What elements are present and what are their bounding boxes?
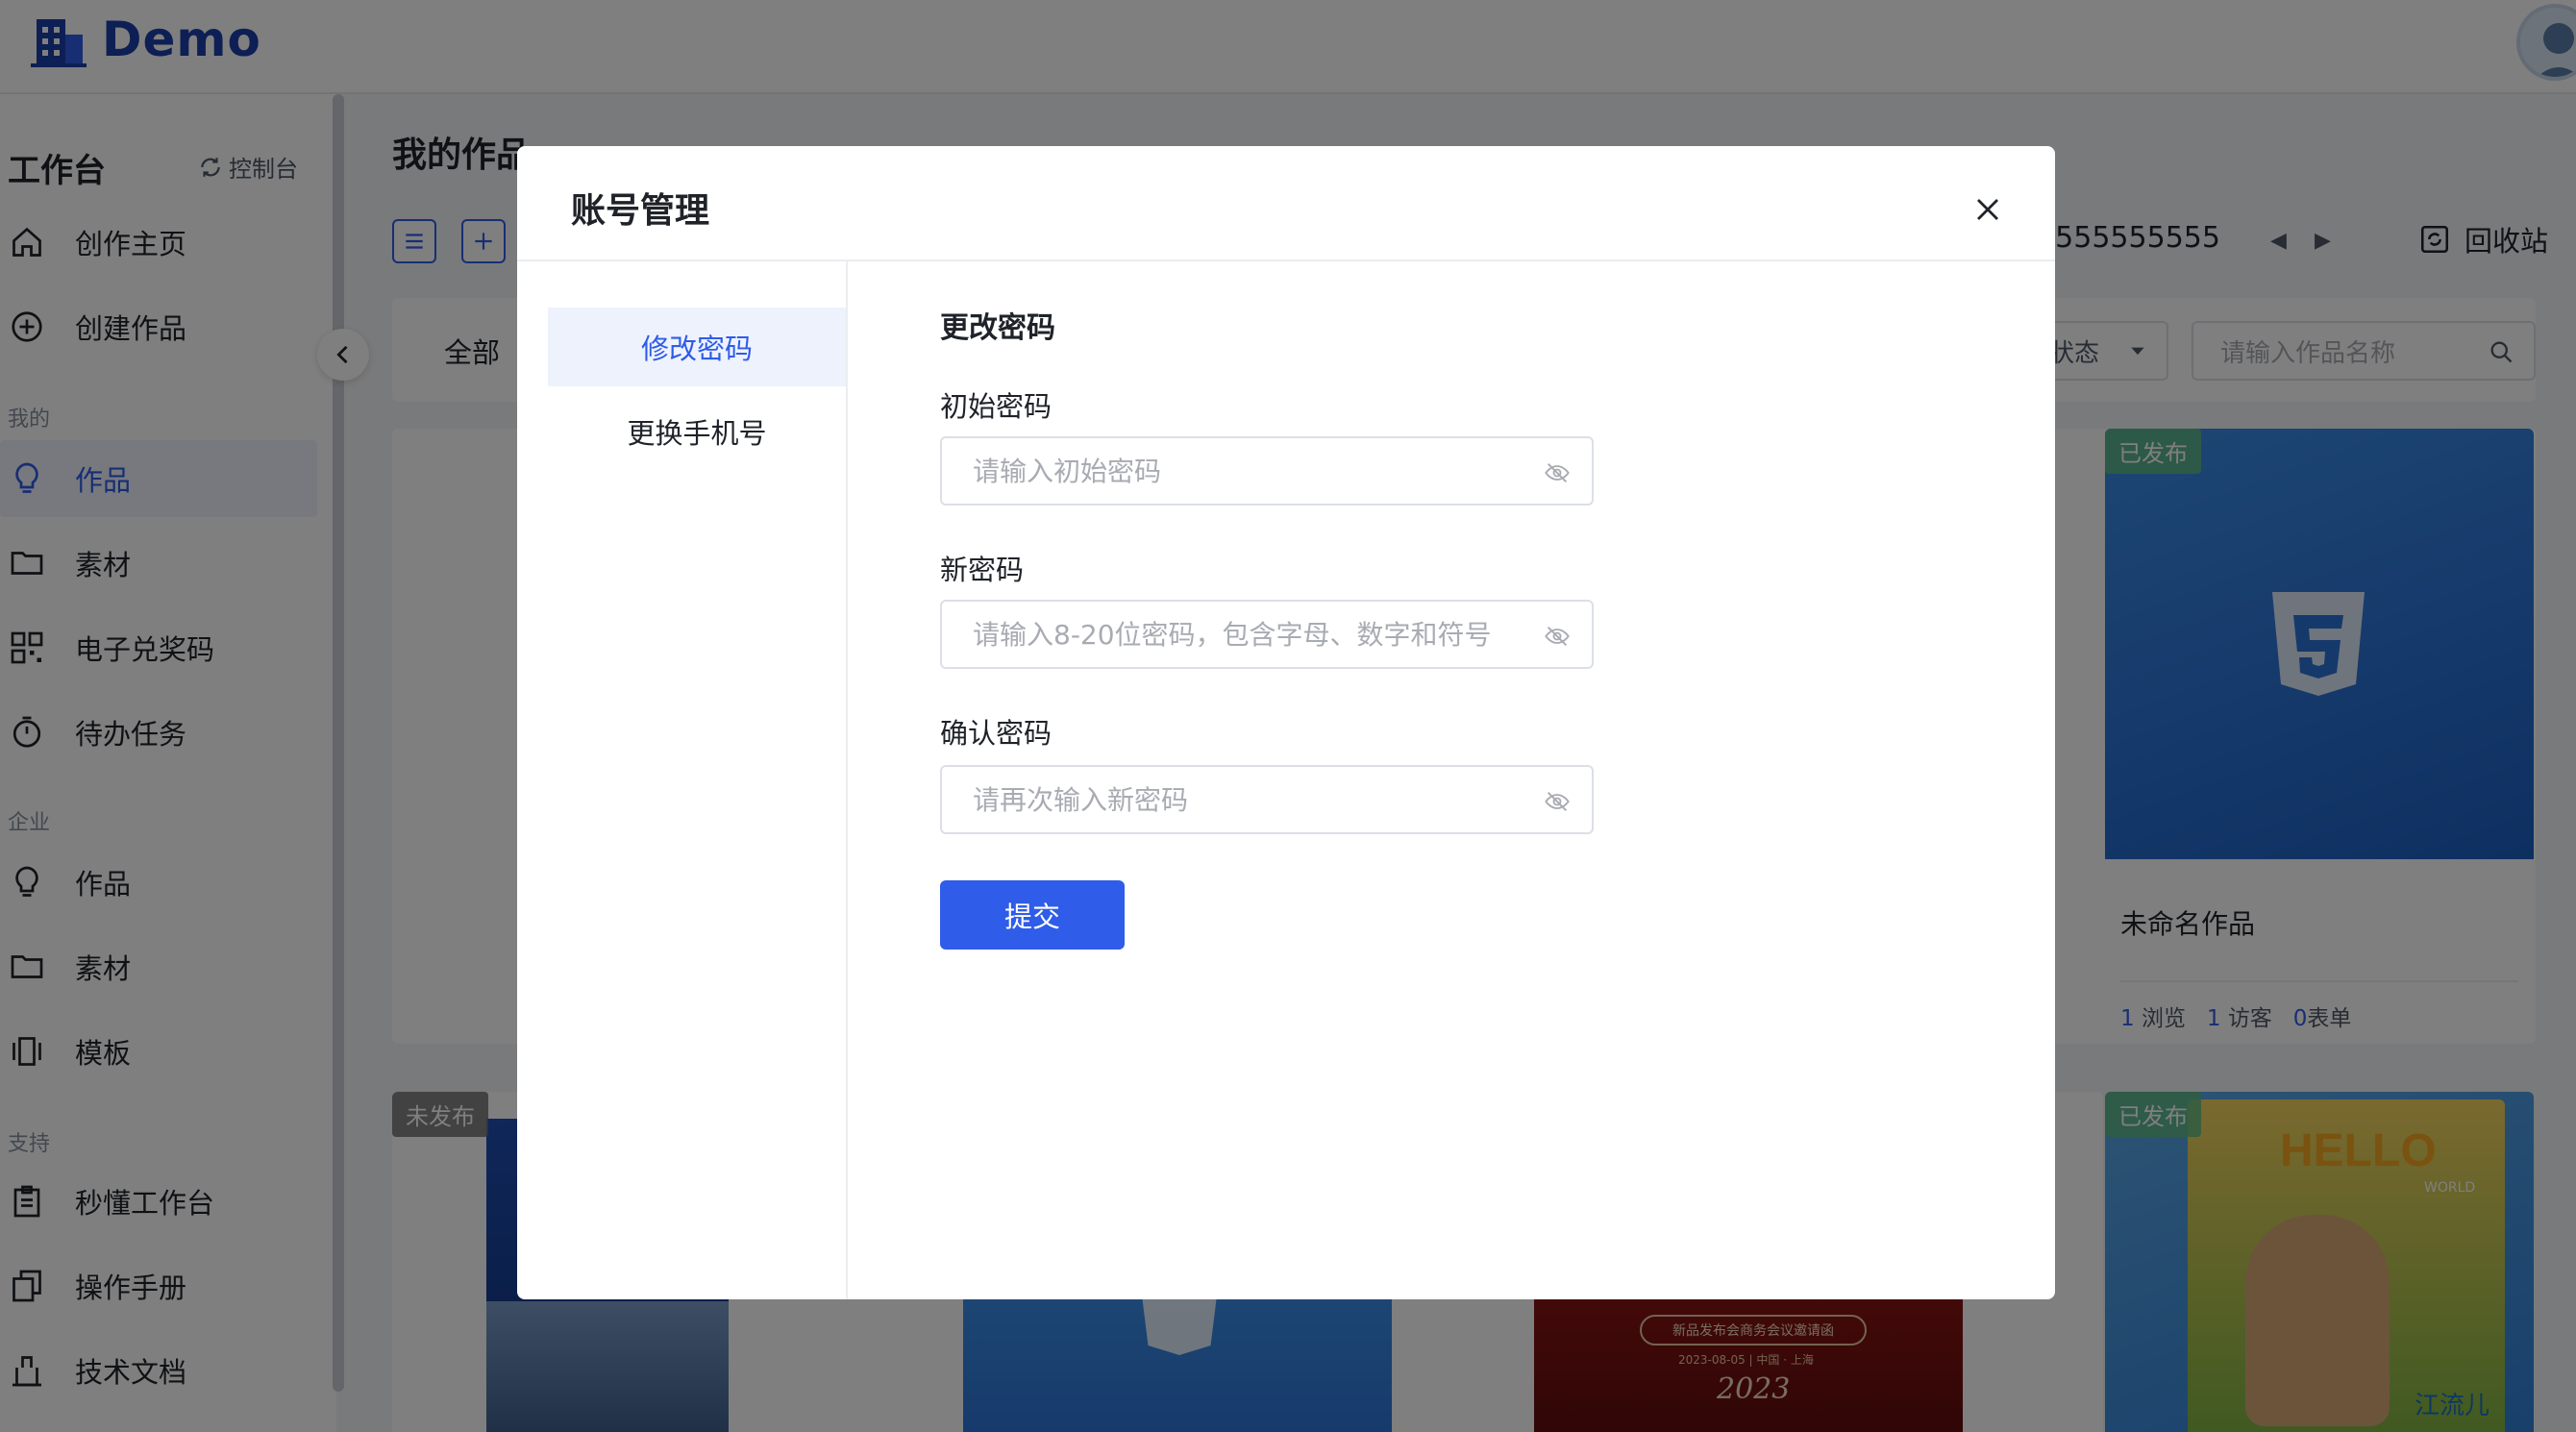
submit-button[interactable]: 提交	[940, 880, 1125, 950]
current-password-label: 初始密码	[940, 390, 1053, 423]
menu-change-password[interactable]: 修改密码	[548, 308, 846, 386]
current-password-input[interactable]	[942, 438, 1528, 504]
menu-change-phone[interactable]: 更换手机号	[548, 392, 846, 471]
confirm-password-field	[940, 765, 1594, 834]
confirm-password-label: 确认密码	[940, 717, 1053, 750]
eye-off-icon[interactable]	[1544, 459, 1571, 490]
close-icon	[1977, 199, 1998, 220]
confirm-password-input[interactable]	[942, 767, 1528, 832]
new-password-field	[940, 600, 1594, 669]
current-password-field	[940, 436, 1594, 506]
dialog-menu-divider	[846, 261, 848, 1299]
dialog-close-button[interactable]	[1959, 181, 2017, 238]
eye-off-icon[interactable]	[1544, 788, 1571, 819]
eye-off-icon[interactable]	[1544, 623, 1571, 654]
dialog-title: 账号管理	[571, 191, 710, 231]
dialog-header-divider	[517, 259, 2055, 261]
section-title: 更改密码	[940, 311, 1055, 345]
new-password-input[interactable]	[942, 602, 1528, 667]
new-password-label: 新密码	[940, 554, 1025, 586]
account-management-dialog: 账号管理 修改密码 更换手机号 更改密码 初始密码 新密码 确认密码 提交	[517, 146, 2055, 1299]
